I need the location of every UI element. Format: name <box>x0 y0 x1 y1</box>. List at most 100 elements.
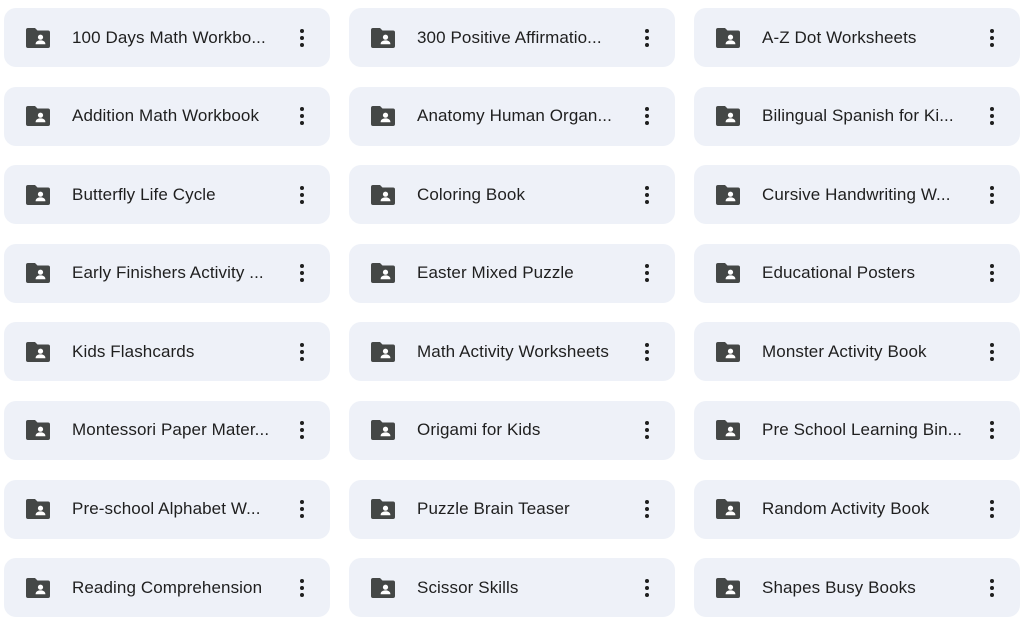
more-actions-button[interactable] <box>633 495 661 523</box>
folder-card[interactable]: 300 Positive Affirmatio... <box>349 8 675 67</box>
more-vert-icon <box>989 185 995 205</box>
folder-name: Addition Math Workbook <box>72 106 260 126</box>
folder-card[interactable]: Montessori Paper Mater... <box>4 400 330 460</box>
folder-card[interactable]: Random Activity Book <box>694 479 1020 539</box>
shared-folder-icon <box>716 340 740 364</box>
more-actions-button[interactable] <box>978 338 1006 366</box>
folder-card[interactable]: Puzzle Brain Teaser <box>349 479 675 539</box>
more-actions-button[interactable] <box>633 259 661 287</box>
folder-name: Anatomy Human Organ... <box>417 106 612 126</box>
folder-card[interactable]: Kids Flashcards <box>4 322 330 382</box>
folder-card[interactable]: Pre School Learning Bin... <box>694 400 1020 460</box>
folder-card[interactable]: Scissor Skills <box>349 558 675 618</box>
shared-folder-icon <box>716 576 740 600</box>
shared-folder-icon <box>716 497 740 521</box>
folder-card[interactable]: Monster Activity Book <box>694 322 1020 382</box>
folder-card[interactable]: Origami for Kids <box>349 400 675 460</box>
more-actions-button[interactable] <box>633 102 661 130</box>
more-vert-icon <box>299 28 305 48</box>
shared-folder-icon <box>26 261 50 285</box>
more-actions-button[interactable] <box>633 416 661 444</box>
folder-card[interactable]: Butterfly Life Cycle <box>4 165 330 225</box>
more-actions-button[interactable] <box>633 574 661 602</box>
more-vert-icon <box>644 420 650 440</box>
folder-name: Butterfly Life Cycle <box>72 184 216 204</box>
folder-card[interactable]: Pre-school Alphabet W... <box>4 479 330 539</box>
more-actions-button[interactable] <box>288 416 316 444</box>
more-actions-button[interactable] <box>288 181 316 209</box>
folder-name: Bilingual Spanish for Ki... <box>762 106 954 126</box>
more-vert-icon <box>989 499 995 519</box>
folder-card[interactable]: Educational Posters <box>694 243 1020 303</box>
shared-folder-icon <box>716 104 740 128</box>
more-vert-icon <box>299 342 305 362</box>
folder-card[interactable]: Coloring Book <box>349 165 675 225</box>
folder-name: Scissor Skills <box>417 577 519 597</box>
more-actions-button[interactable] <box>288 24 316 52</box>
shared-folder-icon <box>716 26 740 50</box>
folder-card[interactable]: Bilingual Spanish for Ki... <box>694 86 1020 146</box>
more-vert-icon <box>644 578 650 598</box>
shared-folder-icon <box>371 26 395 50</box>
more-actions-button[interactable] <box>978 259 1006 287</box>
shared-folder-icon <box>716 418 740 442</box>
more-vert-icon <box>989 263 995 283</box>
folder-card[interactable]: Early Finishers Activity ... <box>4 243 330 303</box>
folder-name: Pre School Learning Bin... <box>762 420 963 440</box>
folder-name: 300 Positive Affirmatio... <box>417 27 602 47</box>
shared-folder-icon <box>371 418 395 442</box>
shared-folder-icon <box>26 183 50 207</box>
more-actions-button[interactable] <box>978 24 1006 52</box>
more-actions-button[interactable] <box>978 574 1006 602</box>
folder-name: Reading Comprehension <box>72 577 263 597</box>
folder-card[interactable]: Math Activity Worksheets <box>349 322 675 382</box>
more-vert-icon <box>299 263 305 283</box>
more-vert-icon <box>644 106 650 126</box>
shared-folder-icon <box>371 104 395 128</box>
folder-card[interactable]: Anatomy Human Organ... <box>349 86 675 146</box>
folder-name: Cursive Handwriting W... <box>762 184 951 204</box>
folder-card[interactable]: Easter Mixed Puzzle <box>349 243 675 303</box>
folder-name: Monster Activity Book <box>762 341 927 361</box>
more-actions-button[interactable] <box>978 181 1006 209</box>
more-actions-button[interactable] <box>978 102 1006 130</box>
folder-card[interactable]: 100 Days Math Workbo... <box>4 8 330 67</box>
folder-card[interactable]: A-Z Dot Worksheets <box>694 8 1020 67</box>
shared-folder-icon <box>26 497 50 521</box>
shared-folder-icon <box>716 261 740 285</box>
folder-name: A-Z Dot Worksheets <box>762 27 917 47</box>
more-actions-button[interactable] <box>633 338 661 366</box>
more-vert-icon <box>644 499 650 519</box>
folder-grid: 100 Days Math Workbo... 300 Positive Aff… <box>4 8 1020 618</box>
more-actions-button[interactable] <box>288 338 316 366</box>
more-actions-button[interactable] <box>288 102 316 130</box>
folder-card[interactable]: Cursive Handwriting W... <box>694 165 1020 225</box>
more-actions-button[interactable] <box>288 259 316 287</box>
more-actions-button[interactable] <box>978 416 1006 444</box>
more-vert-icon <box>989 106 995 126</box>
folder-card[interactable]: Addition Math Workbook <box>4 86 330 146</box>
more-actions-button[interactable] <box>978 495 1006 523</box>
more-actions-button[interactable] <box>633 181 661 209</box>
folder-name: Montessori Paper Mater... <box>72 420 270 440</box>
more-vert-icon <box>299 185 305 205</box>
folder-name: Educational Posters <box>762 263 916 283</box>
more-vert-icon <box>299 420 305 440</box>
folder-card[interactable]: Reading Comprehension <box>4 558 330 618</box>
shared-folder-icon <box>371 183 395 207</box>
more-vert-icon <box>644 28 650 48</box>
folder-name: Math Activity Worksheets <box>417 341 609 361</box>
more-actions-button[interactable] <box>288 495 316 523</box>
folder-card[interactable]: Shapes Busy Books <box>694 558 1020 618</box>
more-vert-icon <box>989 578 995 598</box>
more-vert-icon <box>989 342 995 362</box>
more-actions-button[interactable] <box>288 574 316 602</box>
folder-name: Origami for Kids <box>417 420 541 440</box>
more-vert-icon <box>989 420 995 440</box>
shared-folder-icon <box>26 104 50 128</box>
shared-folder-icon <box>26 340 50 364</box>
more-actions-button[interactable] <box>633 24 661 52</box>
more-vert-icon <box>989 28 995 48</box>
more-vert-icon <box>644 185 650 205</box>
folder-name: Shapes Busy Books <box>762 577 916 597</box>
